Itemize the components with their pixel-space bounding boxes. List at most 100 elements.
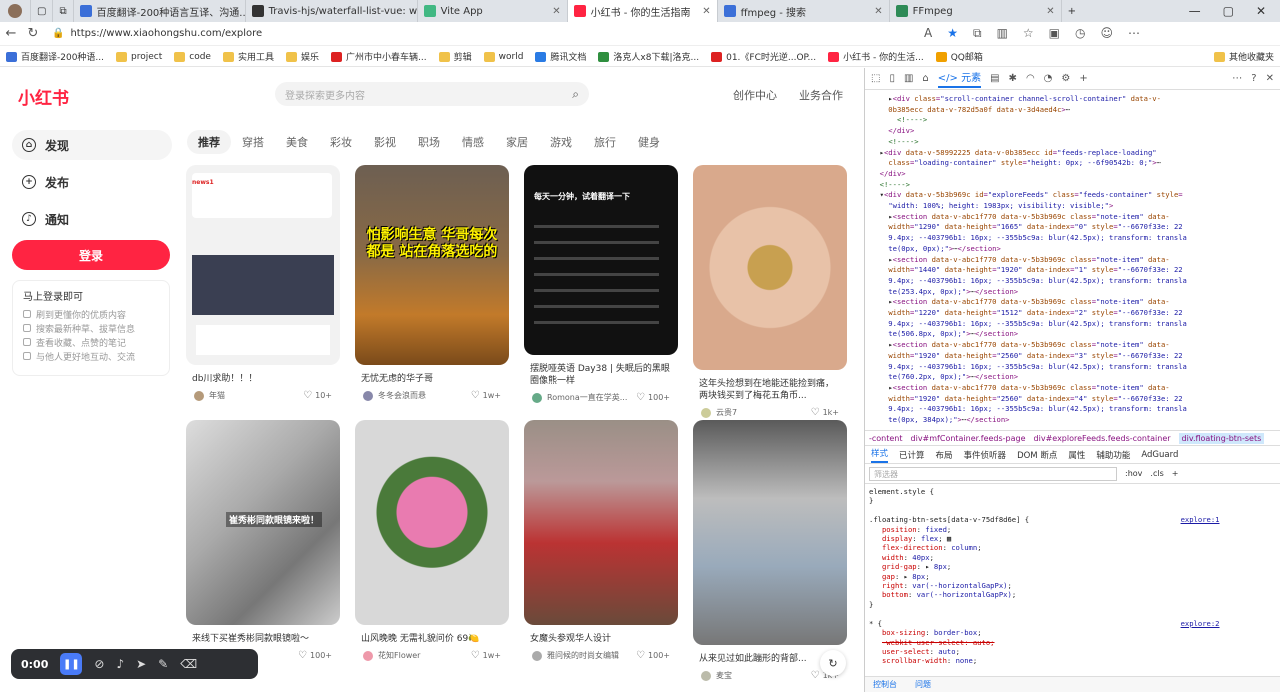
url-field[interactable]: 🔒 https://www.xiaohongshu.com/explore [52,23,912,44]
other-bookmarks[interactable]: 其他收藏夹 [1213,50,1274,63]
avatar[interactable] [701,407,711,418]
collections-icon[interactable]: ▣ [1049,26,1060,41]
bookmark-item[interactable]: code [174,51,211,62]
back-icon[interactable]: ← [0,26,22,41]
avatar[interactable] [363,390,373,401]
styles-tab[interactable]: 事件侦听器 [964,449,1007,461]
note-cover-image[interactable]: 每天一分钟，试着翻译一下 [524,165,678,355]
note-cover-image[interactable] [524,420,678,625]
favorite-star-icon[interactable]: ★ [947,26,958,41]
close-tab-icon[interactable]: ✕ [868,6,882,17]
note-title[interactable]: 无忧无虑的华子哥 [355,373,509,385]
sidebar-toggle-icon[interactable]: ▥ [904,73,913,84]
hover-state-toggle[interactable]: :hov [1125,469,1142,478]
bookmark-item[interactable]: 娱乐 [286,50,319,63]
note-title[interactable]: 来线下买崔秀彬同款眼镜啦～ [186,633,340,645]
note-cover-image[interactable]: 怕影响生意 华哥每次都是 站在角落选吃的 [355,165,509,365]
breadcrumb-item[interactable]: -content [869,434,903,443]
note-title[interactable]: 山风晚晚 无需礼貌问价 69🍋 [355,633,509,645]
sidebar-item-discover[interactable]: ⌂ 发现 [12,130,172,160]
like-button[interactable]: ♡ 100+ [636,650,670,661]
close-tab-icon[interactable]: ✕ [546,6,560,17]
cursor-icon[interactable]: ➤ [136,657,146,671]
avatar[interactable] [363,650,373,661]
note-card[interactable]: 这年头捡想到在地能还能捡到痛，两块钱买到了梅花五角币... 云贵7 ♡ 1k+ [693,165,847,418]
note-title[interactable]: 这年头捡想到在地能还能捡到痛，两块钱买到了梅花五角币... [693,378,847,402]
camera-off-icon[interactable]: ⊘ [94,657,104,671]
browser-tab[interactable]: FFmpeg ✕ [890,0,1062,22]
sidebar-item-publish[interactable]: + 发布 [12,167,172,197]
author-name[interactable]: Romona一直在学英... [547,392,627,403]
bookmark-item[interactable]: 百度翻译-200种语... [6,50,104,63]
browser-tab[interactable]: ffmpeg - 搜索 ✕ [718,0,890,22]
help-icon[interactable]: ? [1251,73,1256,84]
bookmark-item[interactable]: 广州市中小春车辆... [331,50,427,63]
author-name[interactable]: 年猫 [209,390,225,401]
search-input[interactable]: 登录探索更多内容 ⌕ [275,82,589,106]
maximize-icon[interactable]: ▢ [1223,4,1234,18]
more-icon[interactable]: ⋯ [1232,73,1242,84]
close-icon[interactable]: ✕ [1266,73,1274,84]
new-rule-button[interactable]: + [1172,469,1179,478]
creator-center-link[interactable]: 创作中心 [733,87,777,103]
bookmark-item[interactable]: 实用工具 [222,50,274,63]
extension-icon[interactable]: ⧉ [973,26,982,41]
bookmark-item[interactable]: QQ邮箱 [935,50,983,63]
business-link[interactable]: 业务合作 [799,87,843,103]
note-card[interactable]: 从来见过如此蹦形的背部... 麦宝♡1k+ [693,420,847,681]
styles-tab[interactable]: 样式 [871,447,889,463]
close-window-icon[interactable]: ✕ [1256,4,1266,18]
breadcrumb-item[interactable]: div#mfContainer.feeds-page [911,434,1026,443]
note-cover-image[interactable]: news1 [186,165,340,365]
inspect-icon[interactable]: ⬚ [871,73,880,84]
channel-tab[interactable]: 游戏 [539,130,583,154]
like-button[interactable]: ♡ 10+ [303,390,332,401]
styles-tab[interactable]: 已计算 [899,449,925,461]
note-cover-image[interactable]: 崔秀彬同款眼镜来啦！ [186,420,340,625]
split-screen-icon[interactable]: ▥ [997,26,1008,41]
styles-pane[interactable]: element.style { } .floating-btn-sets[dat… [865,484,1280,669]
note-cover-image[interactable] [693,420,847,645]
sidebar-item-notifications[interactable]: ♪ 通知 [12,204,172,234]
search-icon[interactable]: ⌕ [572,87,579,102]
mic-off-icon[interactable]: ♪ [116,657,124,671]
bookmark-item[interactable]: 剪辑 [438,50,472,63]
styles-tab[interactable]: AdGuard [1141,450,1178,460]
tab-console[interactable]: 控制台 [873,679,897,690]
bookmark-item[interactable]: 小红书 - 你的生活... [828,50,924,63]
bookmark-item[interactable]: 洛克人x8下载|洛克... [598,50,699,63]
note-cover-image[interactable] [355,420,509,625]
filter-input[interactable]: 筛选器 [869,466,1117,481]
breadcrumb-item[interactable]: div#exploreFeeds.feeds-container [1034,434,1171,443]
channel-tab[interactable]: 穿搭 [231,130,275,154]
profile-icon[interactable]: ☺ [1101,26,1114,41]
note-card[interactable]: 怕影响生意 华哥每次都是 站在角落选吃的 无忧无虑的华子哥 冬冬会浪而悬 ♡ 1w+ [355,165,509,401]
device-icon[interactable]: ▯ [889,73,895,84]
eraser-icon[interactable]: ⌫ [180,657,197,671]
console-icon[interactable]: ▤ [990,73,999,84]
browser-tab[interactable]: 小红书 - 你的生活指南 ✕ [567,0,718,22]
bookmark-item[interactable]: 01.《FC时光逆...OP... [711,50,816,63]
channel-tab[interactable]: 影视 [363,130,407,154]
author-name[interactable]: 云贵7 [716,407,737,418]
channel-tab[interactable]: 职场 [407,130,451,154]
author-name[interactable]: 雅问候的时尚女编辑 [547,650,619,661]
history-icon[interactable]: ◷ [1075,26,1085,41]
tab-elements[interactable]: </> 元素 [937,69,982,88]
workspaces-icon[interactable]: ▢ [31,0,54,22]
sources-icon[interactable]: ✱ [1009,73,1017,84]
avatar[interactable] [194,390,204,401]
login-button[interactable]: 登录 [12,240,170,270]
bookmark-item[interactable]: project [116,51,162,62]
note-card[interactable]: 女魔头参观华人设计 雅问候的时尚女编辑 ♡ 100+ [524,420,678,661]
bookmark-item[interactable]: 腾讯文档 [535,50,586,63]
channel-tab[interactable]: 健身 [627,130,671,154]
styles-tab[interactable]: DOM 断点 [1017,449,1057,461]
author-name[interactable]: 麦宝 [716,670,732,681]
breadcrumb-item[interactable]: div.floating-btn-sets [1178,432,1265,444]
avatar[interactable] [701,670,711,681]
like-button[interactable]: ♡ 1w+ [471,390,501,401]
settings-icon[interactable]: ⚙ [1061,73,1070,84]
welcome-icon[interactable]: ⌂ [922,73,928,84]
close-tab-icon[interactable]: ✕ [1040,6,1054,17]
